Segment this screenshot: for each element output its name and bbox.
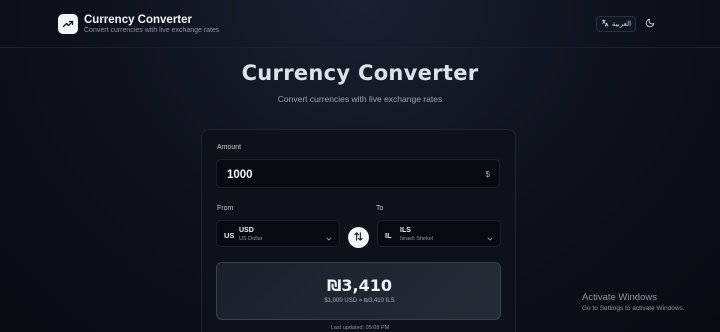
chevron-down-icon bbox=[486, 230, 494, 241]
from-label: From bbox=[217, 205, 234, 212]
amount-input[interactable] bbox=[227, 168, 467, 182]
to-currency-code: ILS bbox=[400, 227, 411, 234]
to-label: To bbox=[376, 205, 384, 212]
chevron-down-icon bbox=[325, 230, 333, 241]
from-currency-select[interactable]: US USD US Dollar bbox=[216, 220, 340, 247]
activate-windows-subtitle: Go to Settings to activate Windows. bbox=[582, 305, 685, 312]
to-currency-select[interactable]: IL ILS Israeli Shekel bbox=[377, 220, 501, 247]
from-currency-code: USD bbox=[239, 227, 254, 234]
app-subtitle: Convert currencies with live exchange ra… bbox=[84, 27, 220, 34]
activate-windows-title: Activate Windows bbox=[582, 292, 657, 303]
trending-up-icon bbox=[58, 14, 78, 34]
amount-currency-symbol: $ bbox=[485, 170, 490, 179]
from-currency-name: US Dollar bbox=[239, 236, 263, 242]
last-updated-text: Last updated: 05:08 PM bbox=[330, 325, 390, 331]
moon-icon bbox=[645, 15, 655, 33]
conversion-result: ₪3,410 $1,000 USD = ₪3,410 ILS bbox=[216, 262, 501, 320]
page-title: Currency Converter bbox=[241, 61, 479, 85]
language-label: العربية bbox=[611, 21, 632, 28]
language-toggle-button[interactable]: العربية bbox=[596, 16, 636, 32]
converted-amount: ₪3,410 bbox=[326, 276, 393, 295]
app-header: Currency Converter Convert currencies wi… bbox=[0, 0, 720, 48]
conversion-detail: $1,000 USD = ₪3,410 ILS bbox=[324, 298, 395, 304]
app-title: Currency Converter bbox=[84, 14, 193, 26]
amount-field[interactable]: $ bbox=[216, 159, 500, 188]
to-currency-name: Israeli Shekel bbox=[400, 236, 434, 242]
translate-icon bbox=[601, 19, 609, 29]
amount-label: Amount bbox=[217, 144, 242, 151]
swap-currencies-button[interactable] bbox=[348, 227, 369, 248]
theme-toggle-button[interactable] bbox=[642, 16, 658, 32]
to-flag: IL bbox=[385, 231, 392, 240]
page-subtitle: Convert currencies with live exchange ra… bbox=[277, 94, 443, 104]
from-flag: US bbox=[224, 231, 235, 240]
swap-vertical-icon bbox=[353, 229, 364, 247]
